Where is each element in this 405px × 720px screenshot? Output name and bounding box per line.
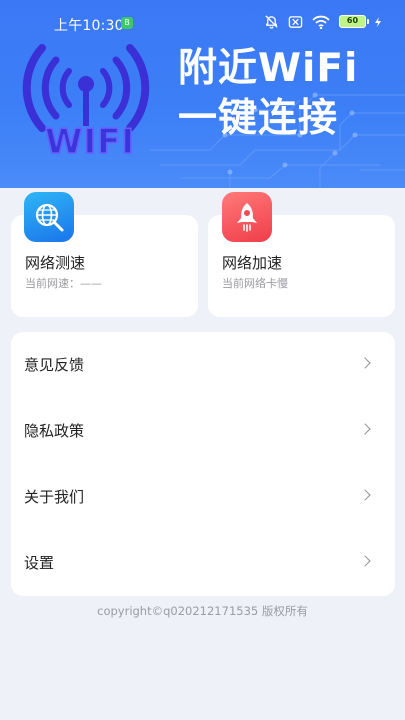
speed-test-title: 网络测速 <box>25 254 86 272</box>
mute-bell-icon <box>265 15 278 29</box>
notification-chip-icon: B <box>121 17 133 29</box>
status-icons: 60 <box>264 14 381 29</box>
wifi-signal-icon <box>312 15 330 29</box>
menu-item-label: 设置 <box>24 554 55 572</box>
network-boost-title: 网络加速 <box>222 254 283 272</box>
chevron-right-icon <box>359 423 371 435</box>
network-boost-subtitle: 当前网络卡慢 <box>222 277 288 290</box>
chevron-right-icon <box>359 489 371 501</box>
menu-item-label: 关于我们 <box>24 488 85 506</box>
globe-search-icon[interactable] <box>24 192 74 242</box>
chevron-right-icon <box>359 357 371 369</box>
banner-title: 附近WiFi 一键连接 <box>178 44 388 144</box>
chevron-right-icon <box>359 555 371 567</box>
wifi-logo-text: WIFI <box>44 121 136 163</box>
menu-item-label: 意见反馈 <box>24 356 85 374</box>
menu-item-settings[interactable]: 设置 <box>11 530 395 596</box>
rocket-icon[interactable] <box>222 192 272 242</box>
banner-title-line1: 附近WiFi <box>178 46 359 91</box>
settings-menu: 意见反馈 隐私政策 关于我们 设置 <box>11 332 395 596</box>
menu-item-label: 隐私政策 <box>24 422 85 440</box>
speed-test-subtitle: 当前网速：—— <box>25 277 102 290</box>
menu-item-privacy-policy[interactable]: 隐私政策 <box>11 398 395 464</box>
copyright-text: copyright©q020212171535 版权所有 <box>97 604 308 618</box>
sim-off-icon <box>288 15 303 28</box>
menu-item-feedback[interactable]: 意见反馈 <box>11 332 395 398</box>
header-banner: WIFI 附近WiFi 一键连接 上午10:30 B 60 <box>0 0 405 188</box>
battery-icon: 60 <box>339 15 369 28</box>
status-bar: 上午10:30 B 60 <box>0 0 405 46</box>
menu-item-about-us[interactable]: 关于我们 <box>11 464 395 530</box>
status-time: 上午10:30 <box>54 18 124 34</box>
charging-bolt-icon <box>375 16 381 27</box>
banner-title-line2: 一键连接 <box>178 96 339 141</box>
